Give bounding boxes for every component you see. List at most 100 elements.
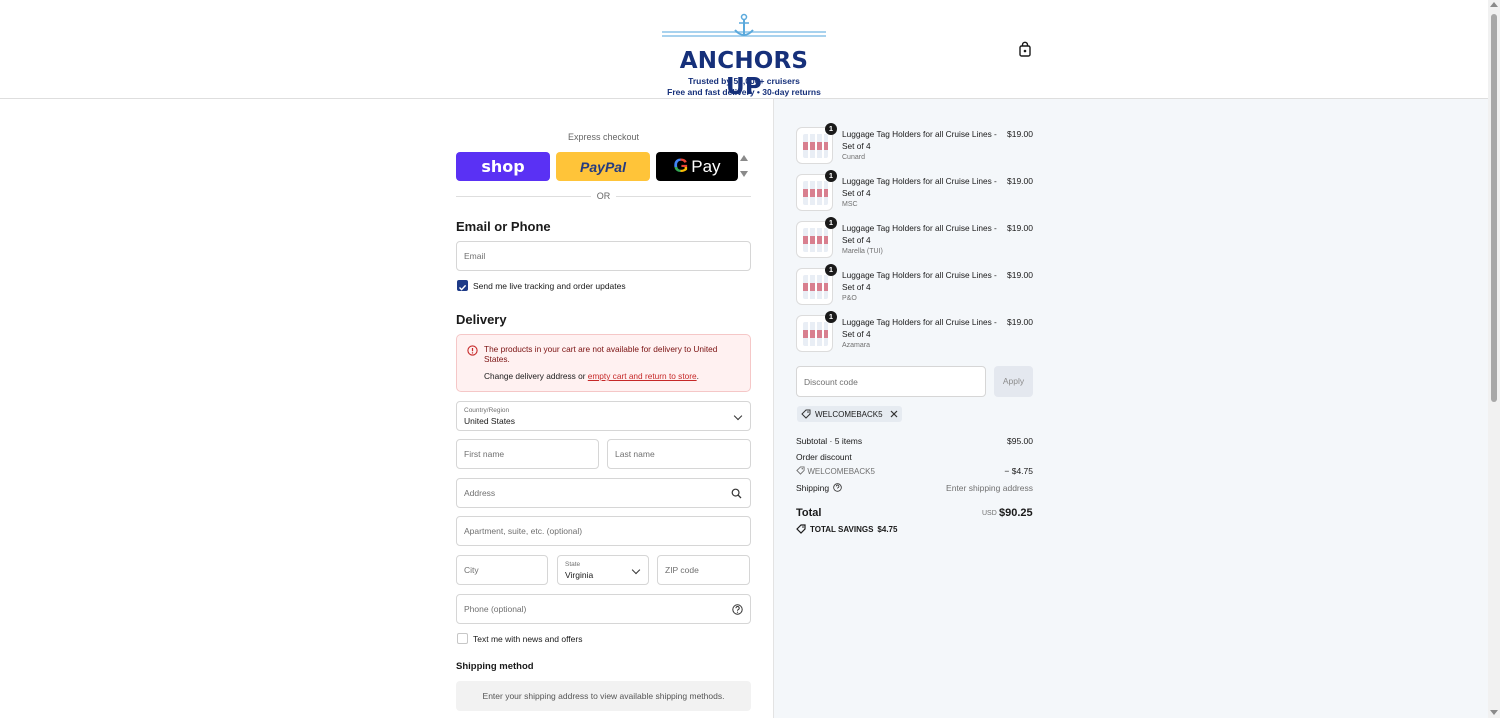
thumbnail-art-tags — [803, 283, 828, 291]
product-variant: Marella (TUI) — [842, 248, 883, 255]
product-variant: Azamara — [842, 342, 871, 349]
apply-discount-button[interactable]: Apply — [994, 366, 1033, 397]
help-icon[interactable] — [833, 483, 843, 492]
subtotal-value: $95.00 — [1007, 436, 1033, 446]
total-label: Total — [796, 507, 822, 519]
empty-cart-link[interactable]: empty cart and return to store — [588, 371, 697, 381]
thumbnail-art-tags — [803, 330, 828, 338]
contact-heading: Email or Phone — [456, 219, 551, 234]
alert-sub-prefix: Change delivery address or — [484, 371, 588, 381]
state-label: State — [565, 561, 581, 568]
thumbnail-art-tags — [803, 236, 828, 244]
email-field[interactable]: Email — [456, 241, 751, 271]
chevron-down-icon — [733, 411, 743, 421]
cart-item: 1 Luggage Tag Holders for all Cruise Lin… — [796, 311, 1033, 355]
express-checkout-label: Express checkout — [567, 132, 640, 142]
help-icon[interactable] — [732, 604, 743, 615]
zip-field[interactable]: ZIP code — [657, 555, 750, 585]
alert-message: The products in your cart are not availa… — [484, 344, 718, 364]
error-icon — [467, 345, 478, 356]
google-g-icon: G — [673, 155, 689, 177]
apartment-placeholder: Apartment, suite, etc. (optional) — [464, 526, 583, 536]
scroll-up-arrow[interactable] — [1490, 2, 1498, 7]
arrow-down-icon[interactable] — [740, 171, 748, 177]
zip-placeholder: ZIP code — [665, 565, 699, 575]
subtotal-label: Subtotal · 5 items — [796, 436, 863, 446]
quantity-badge: 1 — [825, 217, 837, 229]
address-field[interactable]: Address — [456, 478, 751, 508]
city-placeholder: City — [464, 565, 479, 575]
or-divider: OR — [456, 190, 751, 202]
brand-tagline-trust: Trusted by 50,000+ cruisers — [688, 76, 800, 86]
product-variant: MSC — [842, 201, 858, 208]
cart-item: 1 Luggage Tag Holders for all Cruise Lin… — [796, 170, 1033, 214]
phone-field[interactable]: Phone (optional) — [456, 594, 751, 624]
paypal-button[interactable]: PayPal — [556, 152, 650, 181]
shipping-value: Enter shipping address — [946, 483, 1033, 493]
email-placeholder: Email — [464, 251, 486, 261]
quantity-badge: 1 — [825, 123, 837, 135]
delivery-heading: Delivery — [456, 312, 507, 327]
order-discount-value: − $4.75 — [1004, 466, 1033, 476]
scrollbar-thumb[interactable] — [1491, 14, 1497, 402]
product-name: Luggage Tag Holders for all Cruise Lines… — [842, 223, 997, 245]
tracking-label[interactable]: Send me live tracking and order updates — [473, 281, 626, 291]
apartment-field[interactable]: Apartment, suite, etc. (optional) — [456, 516, 751, 546]
shipping-method-notice: Enter your shipping address to view avai… — [456, 681, 751, 711]
shipping-method-heading: Shipping method — [456, 661, 534, 672]
scroll-down-arrow[interactable] — [1490, 710, 1498, 715]
chevron-down-icon — [631, 565, 641, 575]
applied-code-text: WELCOMEBACK5 — [815, 409, 883, 419]
shopping-bag-icon[interactable] — [1017, 41, 1033, 57]
thumbnail-art-tags — [803, 142, 828, 150]
order-discount-code-row: WELCOMEBACK5 − $4.75 — [796, 466, 1033, 476]
search-icon — [731, 488, 742, 499]
alert-sub: Change delivery address or empty cart an… — [484, 371, 699, 381]
page-scrollbar[interactable] — [1488, 0, 1500, 718]
product-price: $19.00 — [1007, 270, 1033, 280]
order-discount-row: Order discount — [796, 452, 1033, 462]
cart-item: 1 Luggage Tag Holders for all Cruise Lin… — [796, 217, 1033, 261]
total-currency: USD — [982, 510, 997, 517]
check-icon — [459, 284, 467, 291]
discount-code-field[interactable]: Discount code — [796, 366, 986, 397]
last-name-field[interactable]: Last name — [607, 439, 751, 469]
express-scroll-arrows[interactable] — [740, 155, 748, 179]
tag-icon — [801, 409, 811, 419]
arrow-up-icon[interactable] — [740, 155, 748, 161]
applied-code-chip: WELCOMEBACK5 — [797, 406, 902, 422]
news-label[interactable]: Text me with news and offers — [473, 634, 582, 644]
header: ANCHORS UP Trusted by 50,000+ cruisers F… — [0, 0, 1488, 100]
last-name-placeholder: Last name — [615, 449, 655, 459]
shipping-label: Shipping — [796, 483, 830, 493]
delivery-alert: The products in your cart are not availa… — [456, 334, 751, 392]
country-select[interactable]: Country/Region United States — [456, 401, 751, 431]
first-name-field[interactable]: First name — [456, 439, 599, 469]
cart-item: 1 Luggage Tag Holders for all Cruise Lin… — [796, 123, 1033, 167]
product-price: $19.00 — [1007, 223, 1033, 233]
brand-logo[interactable]: ANCHORS UP Trusted by 50,000+ cruisers F… — [660, 12, 828, 100]
subtotal-row: Subtotal · 5 items $95.00 — [796, 436, 1033, 446]
shop-pay-button[interactable]: shop — [456, 152, 550, 181]
total-value: $90.25 — [999, 507, 1033, 519]
product-name: Luggage Tag Holders for all Cruise Lines… — [842, 129, 997, 151]
close-icon[interactable] — [890, 410, 898, 418]
city-field[interactable]: City — [456, 555, 548, 585]
state-select[interactable]: State Virginia — [557, 555, 649, 585]
first-name-placeholder: First name — [464, 449, 505, 459]
brand-tagline-delivery: Free and fast delivery • 30-day returns — [667, 87, 821, 97]
quantity-badge: 1 — [825, 170, 837, 182]
shipping-row: Shipping Enter shipping address — [796, 483, 1033, 493]
tracking-checkbox[interactable] — [457, 280, 468, 291]
country-label: Country/Region — [464, 407, 510, 414]
news-checkbox[interactable] — [457, 633, 468, 644]
country-value: United States — [464, 416, 516, 426]
savings-label: TOTAL SAVINGS — [810, 524, 874, 534]
google-pay-button[interactable]: G Pay — [656, 152, 738, 181]
product-price: $19.00 — [1007, 176, 1033, 186]
product-name: Luggage Tag Holders for all Cruise Lines… — [842, 317, 997, 339]
product-price: $19.00 — [1007, 317, 1033, 327]
cart-item: 1 Luggage Tag Holders for all Cruise Lin… — [796, 264, 1033, 308]
product-price: $19.00 — [1007, 129, 1033, 139]
google-pay-label: Pay — [691, 156, 721, 176]
